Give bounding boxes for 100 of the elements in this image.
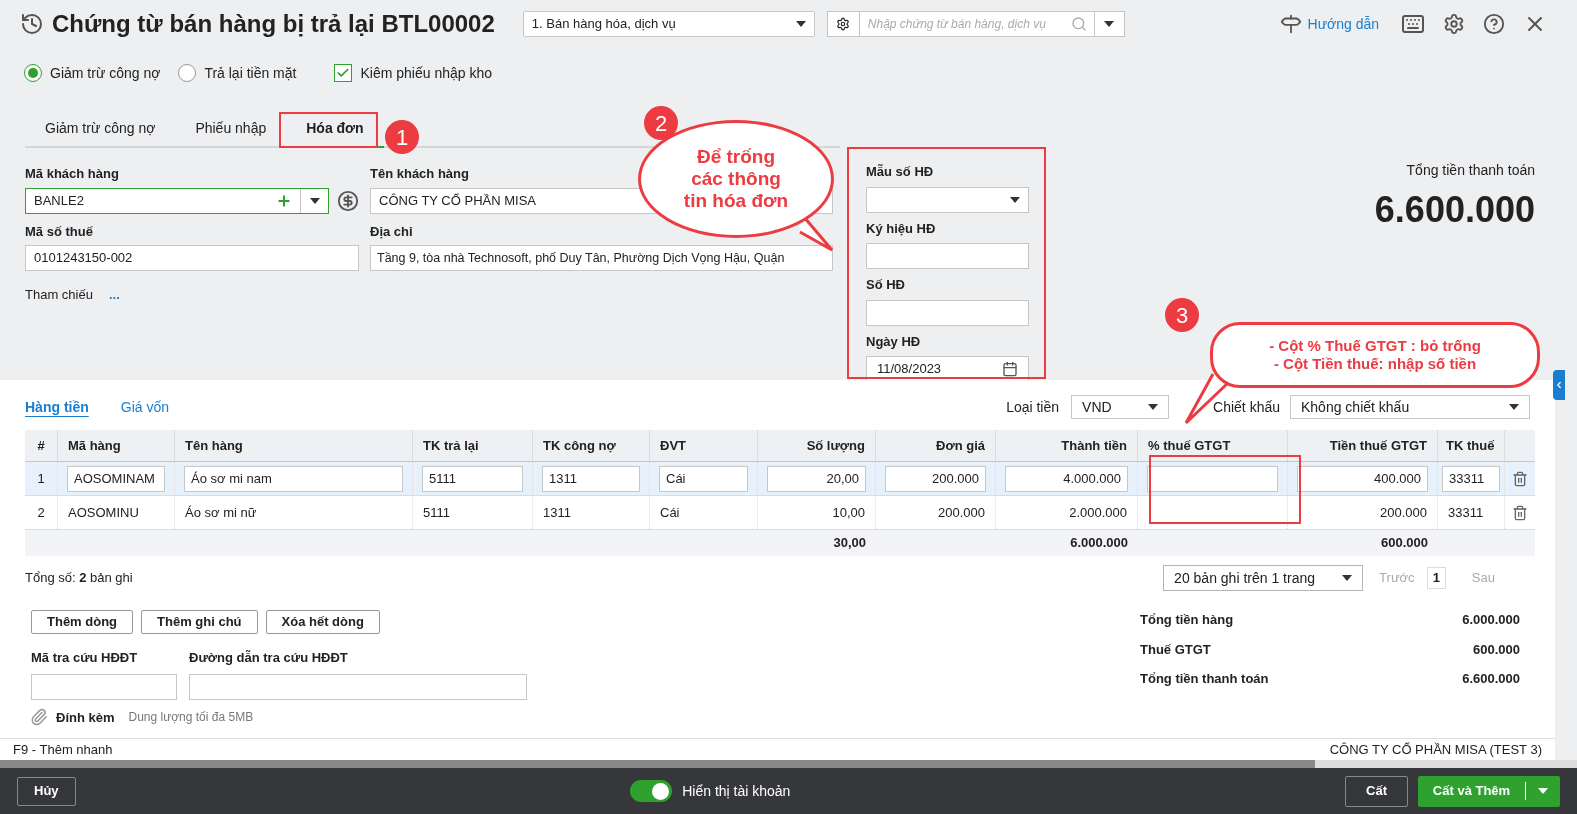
radio-button[interactable]: [24, 64, 42, 82]
checkmark-icon: [336, 66, 351, 80]
guide-link[interactable]: Hướng dẫn: [1307, 13, 1379, 35]
page-number[interactable]: 1: [1426, 567, 1446, 589]
tab[interactable]: Phiếu nhập: [175, 110, 287, 148]
toggle-label: Hiển thị tài khoản: [682, 781, 791, 801]
cancel-button[interactable]: Hủy: [17, 776, 76, 806]
search-field[interactable]: Nhập chứng từ bán hàng, dịch vụ: [859, 11, 1094, 37]
detail-tab[interactable]: Hàng tiền: [25, 396, 89, 418]
toggle-switch[interactable]: [630, 780, 673, 802]
cell-input[interactable]: Áo sơ mi nam: [184, 465, 403, 492]
reference-more-link[interactable]: ...: [108, 285, 120, 305]
option-label: Trả lại tiền mặt: [204, 63, 297, 83]
caret-icon: [795, 21, 806, 27]
column-header: % thuế GTGT: [1148, 436, 1231, 455]
detail-tab[interactable]: Giá vốn: [120, 396, 170, 418]
action-button[interactable]: Thêm dòng: [31, 610, 134, 634]
history-icon[interactable]: [20, 12, 44, 36]
summary-label: Thuế GTGT: [1140, 640, 1211, 659]
cell-input[interactable]: AOSOMINAM: [67, 465, 165, 492]
paperclip-icon[interactable]: [30, 708, 48, 727]
step-badge: 1: [385, 120, 419, 154]
checkbox[interactable]: [334, 64, 353, 82]
input-field[interactable]: [189, 673, 527, 700]
save-button[interactable]: Cất: [1345, 775, 1408, 807]
table-cell-text: 1311: [543, 503, 571, 522]
table-cell-text: 33311: [1448, 503, 1484, 522]
side-panel-handle[interactable]: [1553, 370, 1565, 400]
column-header: Mã hàng: [68, 436, 121, 455]
settings-icon[interactable]: [836, 17, 851, 31]
calendar-icon[interactable]: [1002, 361, 1018, 377]
table-cell-text: 10,00: [832, 503, 865, 522]
attachment-hint: Dung lượng tối đa 5MB: [128, 709, 254, 727]
cell-input[interactable]: 4.000.000: [1005, 465, 1128, 492]
help-icon[interactable]: [1483, 13, 1505, 35]
settings-icon[interactable]: [1443, 13, 1465, 35]
cell-input[interactable]: 20,00: [767, 465, 866, 492]
total-cell-text: 30,00: [833, 534, 866, 553]
table-cell-text: Cái: [660, 503, 680, 522]
summary-value: 6.600.000: [1462, 670, 1520, 688]
total-cell-text: 600.000: [1381, 534, 1428, 553]
field-label: Mã số thuế: [25, 222, 94, 241]
dropdown-button[interactable]: [1093, 11, 1125, 37]
delete-icon[interactable]: [1512, 470, 1528, 487]
total-label: Tổng tiền thanh toán: [1406, 161, 1535, 180]
dollar-icon[interactable]: [337, 189, 359, 212]
column-header: Thành tiền: [1061, 436, 1127, 455]
table-cell-text: 2: [37, 503, 45, 522]
action-button[interactable]: Thêm ghi chú: [141, 610, 258, 634]
reference-label: Tham chiếu: [25, 286, 93, 304]
column-header: TK công nợ: [543, 436, 616, 455]
discount-select[interactable]: Không chiết khấu: [1290, 395, 1530, 419]
radio-button[interactable]: [178, 64, 197, 82]
summary-value: 6.000.000: [1462, 611, 1520, 629]
column-header: TK thuế: [1446, 436, 1495, 455]
plus-icon[interactable]: [276, 192, 292, 209]
table-cell-text: 200.000: [938, 503, 985, 522]
cell-input[interactable]: [1147, 465, 1278, 492]
customer-code-field[interactable]: BANLE2: [25, 187, 329, 214]
total-amount: 6.600.000: [1374, 188, 1535, 232]
page-size-select[interactable]: 20 bản ghi trên 1 trang: [1163, 565, 1364, 591]
cell-input[interactable]: 1311: [542, 465, 640, 492]
currency-select[interactable]: VND: [1071, 395, 1170, 419]
input-field[interactable]: [866, 299, 1029, 326]
total-cell-text: 6.000.000: [1070, 534, 1128, 553]
cell-input[interactable]: 33311: [1442, 465, 1500, 492]
input-field[interactable]: [31, 673, 177, 700]
table-cell-text: AOSOMINU: [68, 503, 139, 522]
cell-input[interactable]: Cái: [659, 465, 748, 492]
tax-code-field[interactable]: 0101243150-002: [25, 245, 359, 271]
field-label: Mã tra cứu HĐĐT: [31, 649, 139, 667]
column-header: ĐVT: [660, 436, 686, 455]
cell-input[interactable]: 400.000: [1297, 465, 1428, 492]
voucher-type-select[interactable]: 1. Bán hàng hóa, dịch vụ: [522, 11, 815, 37]
callout-text: - Cột % Thuế GTGT : bỏ trống: [1269, 337, 1481, 355]
horizontal-scrollbar[interactable]: [0, 760, 1577, 768]
signpost-icon[interactable]: [1279, 13, 1302, 35]
option-label: Giảm trừ công nợ: [50, 63, 161, 83]
caret-icon: [1104, 21, 1115, 27]
column-header: Tiền thuế GTGT: [1329, 436, 1427, 455]
cell-input[interactable]: 200.000: [885, 465, 986, 492]
cell-input[interactable]: 5111: [422, 465, 523, 492]
company-name: CÔNG TY CỔ PHẦN MISA (TEST 3): [1329, 740, 1542, 759]
delete-icon[interactable]: [1512, 504, 1528, 521]
caret-icon: [1148, 404, 1159, 410]
field-label: Chiết khấu: [1213, 397, 1280, 417]
column-header: Tên hàng: [185, 436, 243, 455]
settings-button[interactable]: [826, 11, 860, 37]
table-cell-text: 2.000.000: [1069, 503, 1127, 522]
action-button[interactable]: Xóa hết dòng: [265, 610, 380, 634]
table-row[interactable]: 2 AOSOMINU Áo sơ mi nữ 5111 1311 Cái 10,00 200.000 2.000.000 200.000 33311: [25, 496, 1535, 530]
input-field[interactable]: [866, 243, 1029, 269]
tab[interactable]: Hóa đơn: [286, 110, 384, 148]
field-label: Loại tiền: [1006, 397, 1060, 417]
keyboard-icon[interactable]: [1401, 12, 1425, 36]
field-label: Địa chỉ: [370, 222, 413, 241]
field-label: Ngày HĐ: [866, 332, 922, 351]
tab[interactable]: Giảm trừ công nợ: [25, 110, 176, 148]
table-row[interactable]: 1 AOSOMINAM Áo sơ mi nam 5111 1311 Cái 20,00 200.000 4.000.000 400.000 33311: [25, 462, 1535, 496]
column-header: TK trả lại: [423, 436, 479, 455]
